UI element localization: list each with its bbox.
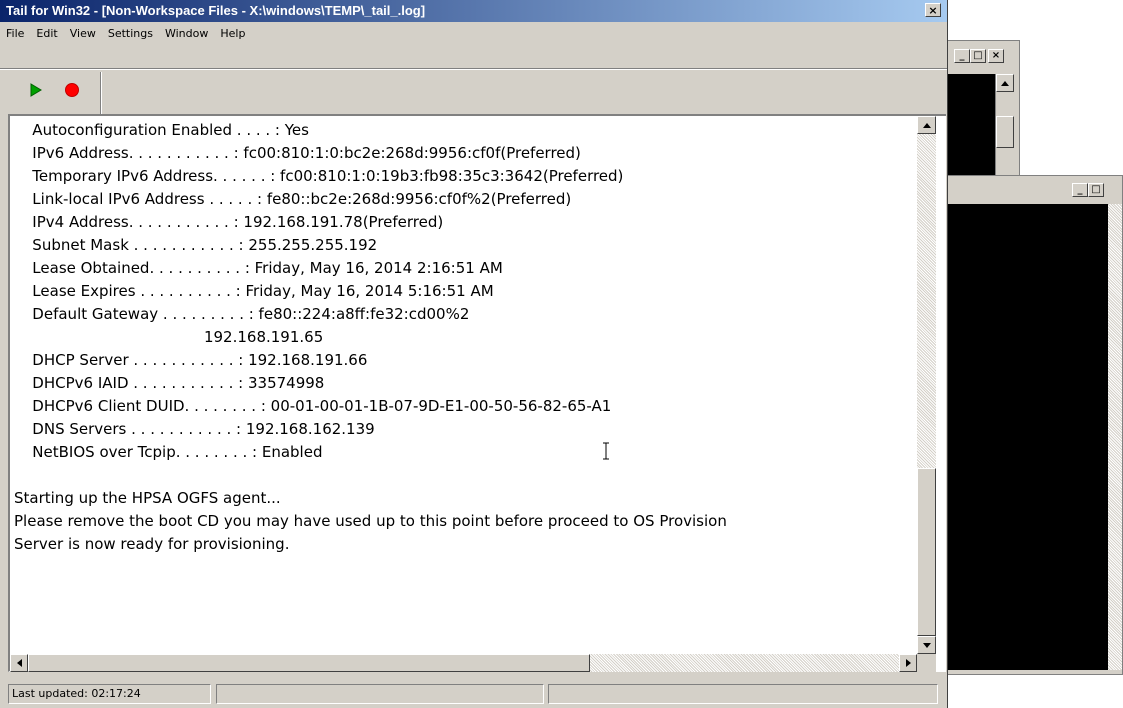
- menu-view[interactable]: View: [64, 27, 102, 40]
- menu-file[interactable]: File: [0, 27, 30, 40]
- text-cursor-icon: [602, 442, 610, 460]
- log-view[interactable]: Autoconfiguration Enabled . . . . : Yes …: [8, 114, 946, 672]
- status-last-updated: Last updated: 02:17:24: [8, 684, 211, 704]
- vertical-scrollbar[interactable]: [917, 116, 936, 654]
- log-line: Temporary IPv6 Address. . . . . . : fc00…: [18, 167, 624, 185]
- scroll-up-icon[interactable]: [996, 74, 1014, 92]
- tail-main-window: Tail for Win32 - [Non-Workspace Files - …: [0, 0, 948, 708]
- scrollbar-corner: [917, 654, 936, 672]
- toolbar-separator: [100, 72, 102, 114]
- background-window-2: _ □: [935, 175, 1123, 675]
- scroll-thumb[interactable]: [28, 654, 590, 672]
- menu-window[interactable]: Window: [159, 27, 214, 40]
- log-line: DHCPv6 Client DUID. . . . . . . . : 00-0…: [18, 397, 612, 415]
- log-line: Default Gateway . . . . . . . . . : fe80…: [18, 305, 470, 323]
- log-line: Autoconfiguration Enabled . . . . : Yes: [18, 121, 309, 139]
- background-window-2-hatch: [1108, 204, 1122, 670]
- title-bar[interactable]: Tail for Win32 - [Non-Workspace Files - …: [0, 0, 947, 22]
- horizontal-scrollbar[interactable]: [10, 654, 917, 672]
- log-line: Subnet Mask . . . . . . . . . . . : 255.…: [18, 236, 378, 254]
- status-bar: Last updated: 02:17:24: [0, 680, 947, 708]
- log-line: IPv6 Address. . . . . . . . . . . : fc00…: [18, 144, 581, 162]
- stop-icon[interactable]: [64, 82, 80, 103]
- log-line: Starting up the HPSA OGFS agent...: [14, 489, 281, 507]
- status-panel-3: [548, 684, 938, 704]
- log-line: IPv4 Address. . . . . . . . . . . : 192.…: [18, 213, 444, 231]
- scroll-thumb[interactable]: [996, 116, 1014, 148]
- log-line: Lease Obtained. . . . . . . . . . : Frid…: [18, 259, 503, 277]
- log-line: Server is now ready for provisioning.: [14, 535, 290, 553]
- log-line: Please remove the boot CD you may have u…: [14, 512, 727, 530]
- log-line: Lease Expires . . . . . . . . . . : Frid…: [18, 282, 494, 300]
- scroll-thumb[interactable]: [917, 468, 936, 636]
- log-line: 192.168.191.65: [18, 328, 324, 346]
- background-window-2-content: [940, 204, 1118, 670]
- window-title: Tail for Win32 - [Non-Workspace Files - …: [6, 3, 426, 18]
- scroll-right-icon[interactable]: [899, 654, 917, 672]
- log-line: Link-local IPv6 Address . . . . . : fe80…: [18, 190, 572, 208]
- scroll-left-icon[interactable]: [10, 654, 28, 672]
- minimize-icon[interactable]: _: [954, 49, 970, 63]
- status-panel-2: [216, 684, 544, 704]
- maximize-icon[interactable]: □: [1088, 183, 1104, 197]
- menu-bar: File Edit View Settings Window Help: [0, 22, 947, 44]
- log-line: DHCPv6 IAID . . . . . . . . . . . : 3357…: [18, 374, 325, 392]
- menu-settings[interactable]: Settings: [102, 27, 159, 40]
- log-line: NetBIOS over Tcpip. . . . . . . . : Enab…: [18, 443, 323, 461]
- close-icon[interactable]: ×: [988, 49, 1004, 63]
- minimize-icon[interactable]: _: [1072, 183, 1088, 197]
- log-line: DHCP Server . . . . . . . . . . . : 192.…: [18, 351, 368, 369]
- menu-edit[interactable]: Edit: [30, 27, 63, 40]
- background-window-1-scrollbar[interactable]: [995, 74, 1015, 175]
- menu-help[interactable]: Help: [214, 27, 251, 40]
- log-line: DNS Servers . . . . . . . . . . . : 192.…: [18, 420, 375, 438]
- close-icon[interactable]: ×: [925, 3, 941, 17]
- scroll-up-icon[interactable]: [917, 116, 936, 134]
- toolbar: [0, 70, 947, 115]
- play-icon[interactable]: [30, 83, 42, 102]
- maximize-icon[interactable]: □: [970, 49, 986, 63]
- scroll-down-icon[interactable]: [917, 636, 936, 654]
- background-window-1-content: [940, 74, 995, 175]
